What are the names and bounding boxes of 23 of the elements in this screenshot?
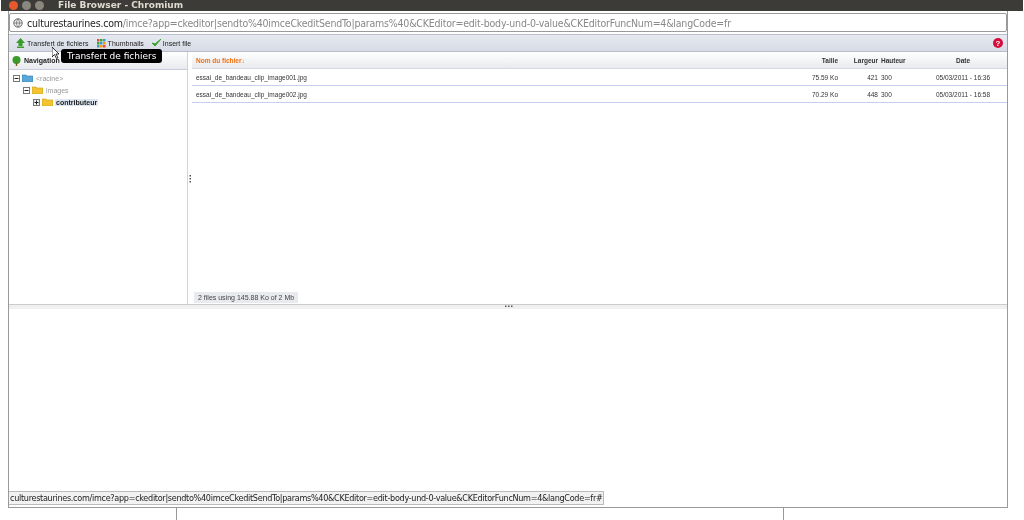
tree-toggle-icon[interactable]	[23, 86, 30, 94]
folder-icon	[32, 86, 43, 94]
window-title: File Browser - Chromium	[58, 0, 184, 11]
tree-toggle-icon[interactable]	[33, 98, 40, 106]
thumbnails-grid-icon	[96, 38, 106, 48]
vertical-splitter-handle[interactable]	[188, 173, 192, 183]
upload-arrow-icon	[16, 38, 25, 48]
horizontal-splitter-handle[interactable]	[503, 305, 513, 308]
minimize-icon[interactable]	[22, 1, 31, 10]
help-icon[interactable]: ?	[993, 38, 1003, 48]
mouse-pointer-icon	[52, 47, 60, 59]
status-bar: culturestaurines.com/imce?app=ckeditor|sendto%40imceCkeditSendTo|params%40&CKEditor=edit-body-und-0-value&CKEditorFuncNum=4&langCode=fr#	[9, 491, 605, 505]
checkmark-icon	[151, 39, 161, 47]
close-icon[interactable]	[9, 1, 18, 10]
tree-icon	[12, 55, 21, 66]
maximize-icon[interactable]	[35, 1, 44, 10]
url-text: culturestaurines.com/imce?app=ckeditor|sendto%40imceCkeditSendTo|params%40&CKEditor=edit-body-und-0-value&CKEditorFuncNum=4&langCode=fr	[27, 16, 731, 29]
address-bar[interactable]: culturestaurines.com/imce?app=ckeditor|sendto%40imceCkeditSendTo|params%40&CKEditor=edit-body-und-0-value&CKEditorFuncNum=4&langCode=fr	[9, 13, 1007, 32]
folder-icon	[22, 74, 33, 82]
folder-icon	[42, 98, 53, 106]
tooltip: Transfert de fichiers	[61, 49, 163, 63]
globe-icon	[13, 17, 23, 28]
tree-toggle-icon[interactable]	[13, 74, 20, 82]
